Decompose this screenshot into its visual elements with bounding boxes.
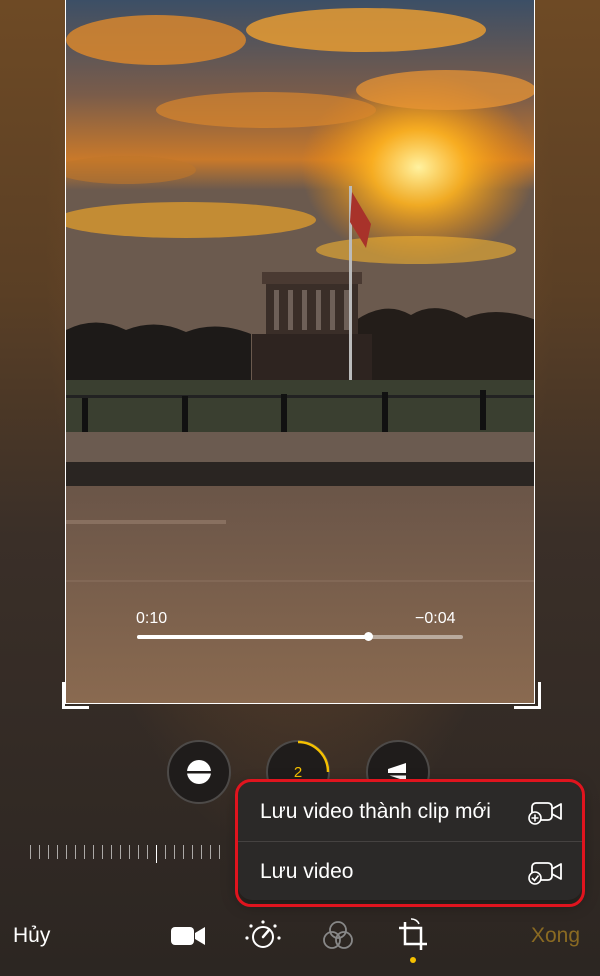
remaining-time: −0:04 (415, 610, 456, 627)
straighten-button[interactable] (167, 740, 231, 804)
filters-icon (323, 921, 353, 949)
active-tool-indicator (410, 957, 416, 963)
save-options-menu: Lưu video thành clip mới Lưu video (238, 782, 582, 900)
filters-tool-button[interactable] (318, 918, 358, 954)
crop-rotate-tool-button[interactable] (393, 918, 433, 954)
video-plus-icon (528, 801, 562, 825)
video-tool-button[interactable] (168, 918, 208, 954)
scrubber-progress (137, 635, 369, 639)
save-video-label: Lưu video (260, 859, 354, 883)
adjust-dial-ruler[interactable] (30, 845, 220, 863)
save-video-item[interactable]: Lưu video (238, 842, 582, 900)
done-button[interactable]: Xong (531, 924, 580, 948)
video-icon (171, 927, 205, 945)
cancel-button[interactable]: Hủy (13, 924, 50, 948)
save-as-new-clip-label: Lưu video thành clip mới (260, 799, 491, 823)
crop-corner-bottom-left[interactable] (62, 682, 89, 709)
video-check-icon (528, 861, 562, 885)
adjust-tool-button[interactable] (243, 918, 283, 954)
video-preview[interactable] (65, 0, 535, 704)
save-as-new-clip-item[interactable]: Lưu video thành clip mới (238, 782, 582, 841)
sunset-scene-image (66, 0, 534, 703)
adjust-dial-icon (245, 920, 281, 948)
crop-rotate-icon (399, 918, 427, 950)
playback-scrubber[interactable] (137, 632, 463, 641)
elapsed-time: 0:10 (136, 610, 168, 627)
crop-corner-bottom-right[interactable] (514, 682, 541, 709)
level-icon (184, 760, 214, 784)
